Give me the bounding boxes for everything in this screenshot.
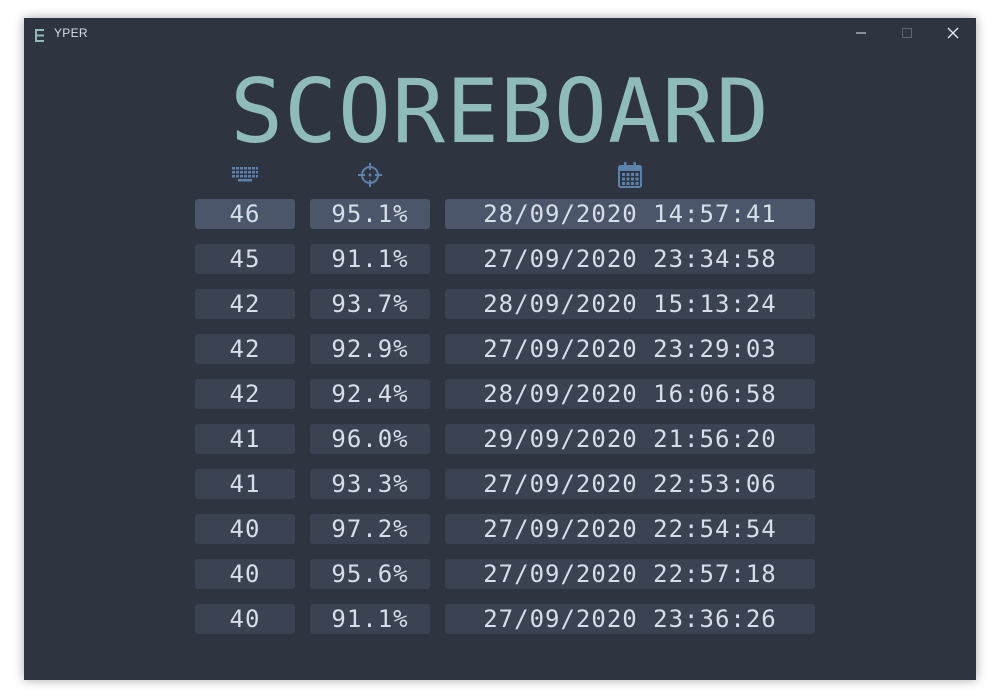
app-logo-icon — [35, 27, 45, 42]
scoreboard-heading: SCOREBOARD — [230, 60, 770, 163]
date-cell: 27/09/2020 22:57:18 — [445, 559, 815, 589]
minimize-icon — [856, 32, 866, 34]
wpm-cell: 40 — [195, 559, 295, 589]
crosshair-icon — [358, 163, 382, 187]
accuracy-cell: 93.7% — [310, 289, 430, 319]
score-row: 45 91.1% 27/09/2020 23:34:58 — [24, 244, 976, 274]
minimize-button[interactable] — [838, 18, 884, 48]
date-cell: 28/09/2020 15:13:24 — [445, 289, 815, 319]
accuracy-cell: 92.9% — [310, 334, 430, 364]
wpm-cell: 40 — [195, 514, 295, 544]
accuracy-cell: 91.1% — [310, 244, 430, 274]
wpm-cell: 40 — [195, 604, 295, 634]
wpm-cell: 42 — [195, 379, 295, 409]
score-row: 40 91.1% 27/09/2020 23:36:26 — [24, 604, 976, 634]
score-row: 46 95.1% 28/09/2020 14:57:41 — [24, 199, 976, 229]
date-cell: 27/09/2020 23:34:58 — [445, 244, 815, 274]
keyboard-icon — [232, 167, 258, 182]
date-cell: 27/09/2020 23:36:26 — [445, 604, 815, 634]
wpm-cell: 42 — [195, 289, 295, 319]
accuracy-cell: 95.1% — [310, 199, 430, 229]
accuracy-cell: 96.0% — [310, 424, 430, 454]
score-row: 41 93.3% 27/09/2020 22:53:06 — [24, 469, 976, 499]
wpm-column-header — [195, 162, 295, 188]
wpm-cell: 46 — [195, 199, 295, 229]
maximize-button[interactable] — [884, 18, 930, 48]
wpm-cell: 41 — [195, 424, 295, 454]
accuracy-cell: 92.4% — [310, 379, 430, 409]
accuracy-column-header — [310, 162, 430, 188]
accuracy-cell: 97.2% — [310, 514, 430, 544]
date-cell: 27/09/2020 22:53:06 — [445, 469, 815, 499]
wpm-cell: 45 — [195, 244, 295, 274]
date-column-header — [445, 162, 815, 188]
date-cell: 29/09/2020 21:56:20 — [445, 424, 815, 454]
score-row: 42 93.7% 28/09/2020 15:13:24 — [24, 289, 976, 319]
app-window: YPER SCOREBOARD 46 95.1% 28/09/2020 14:5… — [24, 18, 976, 680]
accuracy-cell: 95.6% — [310, 559, 430, 589]
date-cell: 28/09/2020 14:57:41 — [445, 199, 815, 229]
wpm-cell: 41 — [195, 469, 295, 499]
maximize-icon — [902, 28, 912, 38]
score-row: 42 92.9% 27/09/2020 23:29:03 — [24, 334, 976, 364]
wpm-cell: 42 — [195, 334, 295, 364]
window-title: YPER — [54, 26, 88, 40]
close-icon — [947, 27, 959, 39]
title-bar[interactable]: YPER — [24, 18, 976, 48]
accuracy-cell: 93.3% — [310, 469, 430, 499]
close-button[interactable] — [930, 18, 976, 48]
score-row: 40 95.6% 27/09/2020 22:57:18 — [24, 559, 976, 589]
calendar-icon — [618, 162, 642, 188]
date-cell: 27/09/2020 22:54:54 — [445, 514, 815, 544]
score-row: 41 96.0% 29/09/2020 21:56:20 — [24, 424, 976, 454]
score-row: 40 97.2% 27/09/2020 22:54:54 — [24, 514, 976, 544]
accuracy-cell: 91.1% — [310, 604, 430, 634]
date-cell: 28/09/2020 16:06:58 — [445, 379, 815, 409]
score-row: 42 92.4% 28/09/2020 16:06:58 — [24, 379, 976, 409]
date-cell: 27/09/2020 23:29:03 — [445, 334, 815, 364]
